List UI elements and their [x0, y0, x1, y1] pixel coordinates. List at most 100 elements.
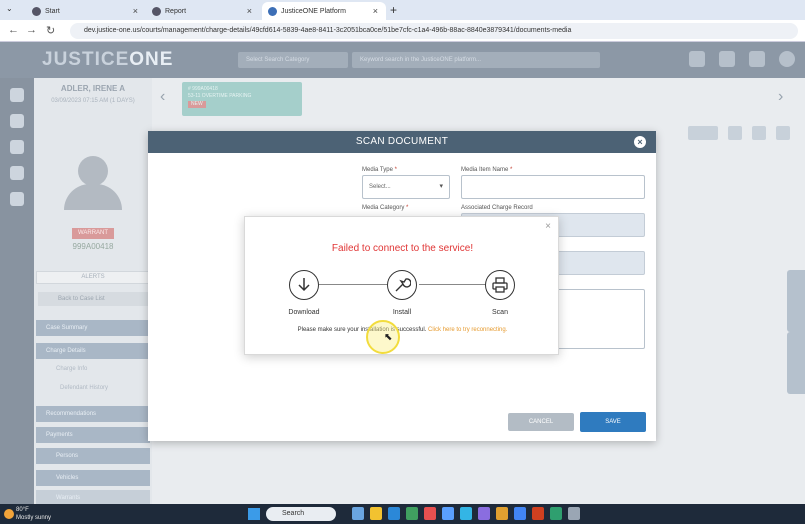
- back-to-case-list-button[interactable]: Back to Case List: [38, 292, 148, 306]
- chevron-left-icon[interactable]: ‹: [160, 88, 165, 106]
- browser-tab-justiceone[interactable]: JusticeONE Platform ×: [262, 2, 386, 20]
- app-icon[interactable]: [406, 507, 418, 520]
- search-category-select[interactable]: Select Search Category: [238, 52, 348, 68]
- side-tab-2[interactable]: [787, 332, 805, 394]
- tab-label: JusticeONE Platform: [281, 7, 346, 15]
- download-icon[interactable]: [289, 270, 319, 300]
- close-tab-icon[interactable]: ×: [247, 6, 252, 16]
- shield-logo-icon: [268, 6, 277, 16]
- browser-tab-report[interactable]: Report ×: [146, 2, 260, 20]
- media-item-name-input[interactable]: [461, 175, 645, 199]
- chevron-right-icon[interactable]: ›: [778, 88, 783, 106]
- media-type-select[interactable]: Select... ▾: [362, 175, 450, 199]
- address-bar: ← → ↻ dev.justice-one.us/courts/manageme…: [0, 20, 805, 42]
- forward-arrow-icon[interactable]: →: [26, 24, 37, 36]
- app-icon[interactable]: [532, 507, 544, 520]
- error-title: Failed to connect to the service!: [331, 243, 474, 254]
- close-tab-icon[interactable]: ×: [373, 6, 378, 16]
- sub-defendant-history[interactable]: Defendant History: [60, 385, 108, 391]
- nav-payments[interactable]: Payments: [36, 427, 150, 443]
- person-name: ADLER, IRENE A: [60, 84, 126, 93]
- print-icon[interactable]: [776, 126, 790, 140]
- os-taskbar: 80°F Mostly sunny Search: [0, 504, 805, 524]
- chevron-down-icon: ▾: [439, 183, 443, 190]
- app-logo: JUSTICEONE: [42, 49, 174, 70]
- refresh-icon[interactable]: [728, 126, 742, 140]
- top-nav: JUSTICEONE Select Search Category Keywor…: [0, 42, 805, 78]
- windows-start-icon[interactable]: [248, 508, 260, 520]
- taskbar-search[interactable]: Search: [266, 507, 336, 521]
- nav-vehicles[interactable]: Vehicles: [36, 470, 150, 486]
- step-label-download: Download: [288, 309, 320, 316]
- lock-icon[interactable]: [10, 114, 24, 128]
- nav-case-summary[interactable]: Case Summary: [36, 320, 150, 336]
- step-label-scan: Scan: [492, 309, 508, 316]
- printer-icon[interactable]: [485, 270, 515, 300]
- close-icon[interactable]: ×: [545, 221, 551, 232]
- close-tab-icon[interactable]: ×: [133, 6, 138, 16]
- gavel-icon[interactable]: [10, 192, 24, 206]
- step-connector: [319, 284, 387, 285]
- step-connector: [419, 284, 487, 285]
- chrome-icon: [152, 6, 161, 16]
- nav-persons[interactable]: Persons: [36, 448, 150, 464]
- sub-charge-info[interactable]: Charge Info: [56, 366, 87, 372]
- cancel-button[interactable]: CANCEL: [508, 413, 574, 431]
- shield-icon[interactable]: [10, 166, 24, 180]
- save-button[interactable]: SAVE: [580, 412, 646, 432]
- person-date: 03/09/2023 07:15 AM (1 DAYS): [51, 98, 135, 104]
- weather-widget[interactable]: 80°F Mostly sunny: [16, 506, 51, 522]
- connection-error-dialog: × Failed to connect to the service! Down…: [244, 216, 559, 355]
- browser-tab-start[interactable]: Start ×: [26, 2, 146, 20]
- person-id: 999A00418: [72, 242, 114, 251]
- app-icon[interactable]: [550, 507, 562, 520]
- chrome-icon[interactable]: [514, 507, 526, 520]
- app-icon[interactable]: [442, 507, 454, 520]
- reload-icon[interactable]: ↻: [46, 24, 55, 37]
- user-avatar-icon[interactable]: [779, 51, 795, 67]
- apps-icon[interactable]: [689, 51, 705, 67]
- close-icon[interactable]: ×: [634, 136, 646, 148]
- nav-recommendations[interactable]: Recommendations: [36, 406, 150, 422]
- wrench-icon[interactable]: [387, 270, 417, 300]
- app-icon[interactable]: [460, 507, 472, 520]
- copy-icon[interactable]: [752, 126, 766, 140]
- left-icon-rail: [0, 78, 34, 504]
- layers-icon[interactable]: [719, 51, 735, 67]
- settings-icon[interactable]: [568, 507, 580, 520]
- back-arrow-icon[interactable]: ←: [8, 24, 19, 36]
- tab-menu-icon[interactable]: ⌄: [6, 4, 13, 13]
- avatar-body: [64, 184, 122, 210]
- reconnect-link[interactable]: Click here to try reconnecting.: [428, 327, 507, 333]
- app-icon[interactable]: [496, 507, 508, 520]
- chrome-icon: [32, 6, 41, 16]
- gear-icon[interactable]: [10, 88, 24, 102]
- step-label-install: Install: [392, 309, 412, 316]
- charge-chip[interactable]: # 999A00418 53-11 OVERTIME PARKING NEW: [182, 82, 302, 116]
- new-tab-icon[interactable]: +: [390, 3, 397, 17]
- nav-warrants[interactable]: Warrants: [36, 490, 150, 504]
- avatar: [78, 156, 108, 186]
- media-item-name-label: Media Item Name *: [461, 167, 513, 173]
- edge-icon[interactable]: [388, 507, 400, 520]
- nav-charge-details[interactable]: Charge Details: [36, 343, 150, 359]
- tab-label: Report: [165, 7, 187, 15]
- mouse-cursor-icon: ⬉: [384, 332, 393, 343]
- bell-icon[interactable]: [749, 51, 765, 67]
- app-icon[interactable]: [352, 507, 364, 520]
- app-icon[interactable]: [424, 507, 436, 520]
- action-button[interactable]: [688, 126, 718, 140]
- url-field[interactable]: dev.justice-one.us/courts/management/cha…: [70, 23, 798, 39]
- tab-label: Start: [45, 7, 60, 15]
- folder-icon[interactable]: [370, 507, 382, 520]
- person-side-panel: ADLER, IRENE A 03/09/2023 07:15 AM (1 DA…: [34, 78, 152, 504]
- error-message: Please make sure your installation is su…: [297, 327, 508, 333]
- warrant-badge: WARRANT: [72, 228, 114, 239]
- phone-icon[interactable]: [10, 140, 24, 154]
- modal-title: SCAN DOCUMENT: [148, 131, 656, 153]
- side-tab-1[interactable]: [787, 270, 805, 332]
- app-icon[interactable]: [478, 507, 490, 520]
- browser-tab-bar: ⌄ Start × Report × JusticeONE Platform ×…: [0, 0, 805, 20]
- alerts-button[interactable]: ALERTS: [36, 271, 150, 284]
- global-search-input[interactable]: Keyword search in the JusticeONE platfor…: [352, 52, 600, 68]
